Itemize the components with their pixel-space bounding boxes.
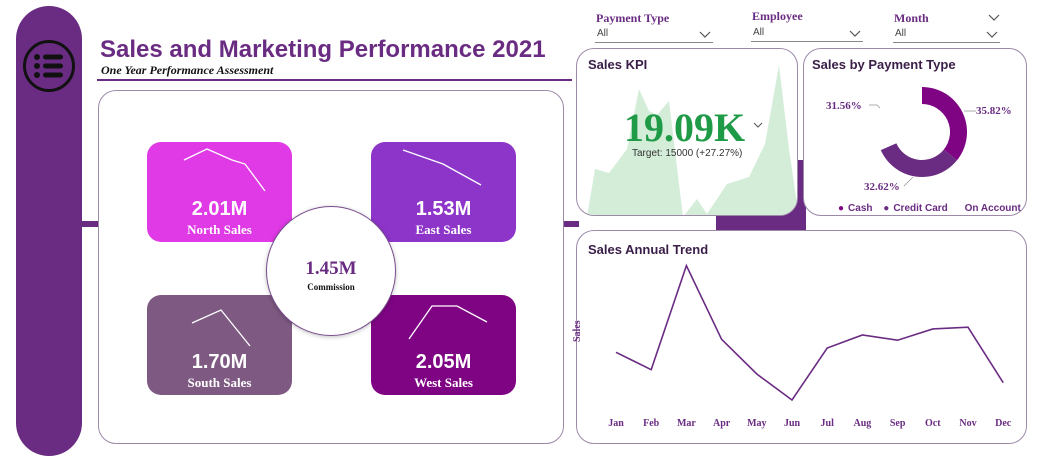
trend-point-jul[interactable] (825, 346, 830, 351)
south-sales-label: South Sales (187, 375, 252, 390)
x-tick-may: May (747, 418, 767, 429)
trend-point-apr[interactable] (719, 337, 724, 342)
trend-point-nov[interactable] (966, 325, 971, 330)
sales-trend-ylabel: Sales (572, 320, 583, 342)
trend-point-dec[interactable] (1001, 380, 1006, 385)
trend-point-jan[interactable] (614, 350, 619, 355)
trend-point-oct[interactable] (930, 326, 935, 331)
trend-series-line[interactable] (615, 263, 1004, 402)
legend-item-cash[interactable]: ● Cash (838, 203, 877, 214)
chevron-down-icon[interactable] (988, 12, 1000, 22)
x-tick-dec: Dec (995, 418, 1012, 429)
legend-cash-label: Cash (848, 203, 873, 214)
north-sales-tile[interactable]: 2.01M North Sales (147, 142, 292, 242)
east-sales-value: 1.53M (415, 198, 472, 220)
donut-slice-cash[interactable] (922, 87, 967, 161)
west-sales-value: 2.05M (415, 351, 472, 373)
month-filter[interactable]: All (893, 28, 1000, 43)
legend-account-label: On Account (964, 203, 1021, 214)
x-tick-feb: Feb (643, 418, 660, 429)
donut-label-account: 31.56% (826, 100, 862, 112)
menu-list-icon (34, 54, 63, 78)
x-tick-apr: Apr (712, 418, 731, 429)
north-sales-value: 2.01M (191, 198, 248, 220)
chevron-down-icon (849, 30, 861, 37)
sales-trend-chart (614, 263, 1006, 403)
donut-legend: ● Cash ● Credit Card On Account (838, 203, 1029, 214)
x-tick-aug: Aug (853, 418, 872, 429)
donut-leader-account (869, 104, 881, 109)
chevron-down-icon (986, 31, 998, 38)
chevron-down-icon (699, 31, 711, 38)
x-tick-jun: Jun (783, 418, 801, 429)
x-tick-jan: Jan (608, 418, 624, 429)
title-divider (97, 79, 572, 81)
trend-point-sep[interactable] (895, 338, 900, 343)
west-sales-label: West Sales (414, 375, 473, 390)
payment-donut-chart (877, 87, 967, 177)
trend-point-aug[interactable] (860, 333, 865, 338)
employee-filter-label: Employee (752, 9, 803, 23)
east-sales-label: East Sales (415, 222, 472, 237)
trend-point-jun[interactable] (790, 398, 795, 403)
x-tick-nov: Nov (959, 418, 977, 429)
payment-type-filter[interactable]: All (595, 28, 713, 43)
x-tick-oct: Oct (925, 418, 941, 429)
commission-label: Commission (307, 282, 355, 292)
payment-type-filter-value: All (597, 28, 609, 39)
legend-item-account[interactable]: On Account (965, 203, 1025, 214)
x-tick-jul: Jul (820, 418, 834, 429)
x-tick-sep: Sep (889, 418, 906, 429)
legend-credit-label: Credit Card (893, 203, 948, 214)
south-sales-tile[interactable]: 1.70M South Sales (147, 295, 292, 395)
commission-value: 1.45M (305, 258, 357, 279)
x-tick-mar: Mar (676, 418, 696, 429)
donut-leader-cash (964, 110, 976, 112)
donut-label-cash: 35.82% (976, 105, 1012, 117)
commission-circle[interactable]: 1.45M Commission (266, 206, 396, 336)
trend-point-may[interactable] (754, 372, 759, 377)
south-sales-value: 1.70M (191, 351, 248, 373)
connector-band-left (80, 221, 100, 227)
month-filter-value: All (895, 28, 907, 39)
east-sales-tile[interactable]: 1.53M East Sales (371, 142, 516, 242)
legend-item-credit[interactable]: ● Credit Card (883, 203, 952, 214)
month-filter-label: Month (894, 11, 929, 25)
page-subtitle: One Year Performance Assessment (101, 63, 274, 77)
payment-type-filter-label: Payment Type (596, 11, 670, 25)
sales-kpi-value: 19.09K (624, 105, 746, 150)
west-sales-tile[interactable]: 2.05M West Sales (371, 295, 516, 395)
sales-kpi-title: Sales KPI (588, 57, 648, 72)
payment-type-title: Sales by Payment Type (812, 57, 956, 72)
trend-point-mar[interactable] (684, 263, 689, 268)
dashboard: Sales and Marketing Performance 2021 One… (0, 0, 1039, 460)
trend-point-feb[interactable] (649, 367, 654, 372)
donut-label-credit: 32.62% (864, 181, 900, 193)
donut-leader-credit (903, 176, 914, 187)
donut-slice-on-account[interactable] (877, 87, 922, 151)
menu-button[interactable] (23, 40, 75, 92)
page-title: Sales and Marketing Performance 2021 (100, 36, 546, 63)
sales-kpi-target: Target: 15000 (+27.27%) (632, 148, 743, 159)
north-sales-label: North Sales (187, 222, 252, 237)
employee-filter[interactable]: All (751, 27, 863, 42)
employee-filter-value: All (753, 27, 765, 38)
connector-band-mid (563, 221, 579, 227)
kpi-status-icon (753, 122, 763, 128)
